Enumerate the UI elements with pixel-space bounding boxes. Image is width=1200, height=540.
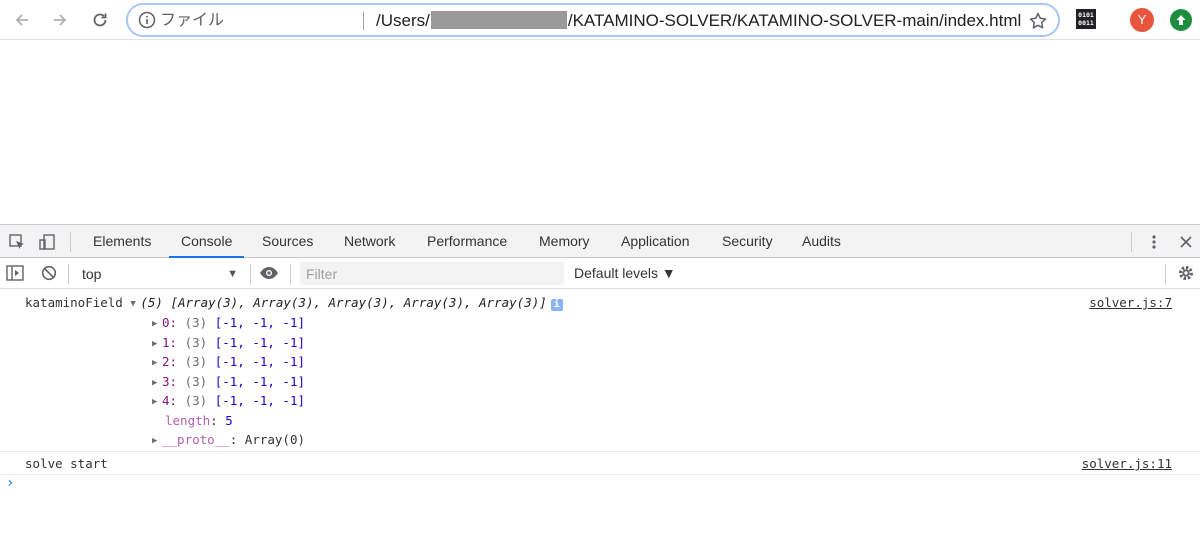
collapsed-triangle-icon: ▶ [152,377,158,388]
proto-row[interactable]: ▶ __proto__: Array(0) [152,431,305,450]
info-icon[interactable] [138,11,156,29]
address-bar[interactable]: ファイル /Users/ /KATAMINO-SOLVER/KATAMINO-SO… [126,3,1060,37]
toolbar-divider [290,264,291,284]
tab-elements[interactable]: Elements [93,225,151,257]
redacted-username [430,11,567,29]
forward-button[interactable] [46,6,74,34]
url-suffix: /KATAMINO-SOLVER/KATAMINO-SOLVER-main/in… [567,11,1022,30]
toolbar-divider [68,264,69,284]
block-icon [41,265,57,281]
console-prompt-icon[interactable]: › [6,475,14,491]
console-filter-bar: top ▼ Default levels ▼ [0,258,1200,289]
info-badge-icon[interactable]: i [550,299,563,311]
toolbar-divider [250,264,251,284]
tab-performance[interactable]: Performance [427,225,507,257]
url-scheme-label: ファイル [160,12,225,29]
console-message: kataminoField ▼ (5) [Array(3), Array(3), … [0,289,1200,451]
source-link[interactable]: solver.js:11 [1082,455,1172,473]
toolbar-divider [1131,232,1132,252]
eye-icon [260,267,278,279]
bookmark-star-icon[interactable] [1028,11,1048,31]
binary-extension-icon[interactable]: 0101 0011 [1076,9,1096,29]
live-expression-button[interactable] [258,262,280,284]
collapsed-triangle-icon: ▶ [152,338,158,349]
log-first-line: kataminoField ▼ (5) [Array(3), Array(3), … [25,294,563,313]
array-row[interactable]: ▶ 3: (3) [-1, -1, -1] [152,373,305,392]
array-row[interactable]: ▶ 2: (3) [-1, -1, -1] [152,353,305,372]
expand-triangle-icon[interactable]: ▼ [130,295,140,313]
collapsed-triangle-icon: ▶ [152,319,158,329]
context-selector[interactable]: top ▼ [76,263,244,285]
inspect-element-button[interactable] [6,231,28,253]
source-link[interactable]: solver.js:7 [1089,294,1172,312]
device-mobile-icon [39,234,55,250]
page-viewport [0,41,1200,224]
tab-application[interactable]: Application [621,225,690,257]
reload-icon [93,13,107,27]
devtools-panel: Elements Console Sources Network Perform… [0,224,1200,540]
length-property: length: 5 [165,412,233,428]
console-sidebar-button[interactable] [4,262,26,284]
context-value: top [82,266,102,282]
console-message: solve start solver.js:11 [0,452,1200,476]
tab-console[interactable]: Console [168,225,245,258]
device-toolbar-button[interactable] [36,231,58,253]
clear-console-button[interactable] [38,262,60,284]
url-text: /Users/ /KATAMINO-SOLVER/KATAMINO-SOLVER-… [376,10,1021,32]
arrow-right-icon [54,14,67,26]
array-row[interactable]: ▶ 1: (3) [-1, -1, -1] [152,334,305,353]
sidebar-toggle-icon [6,265,24,281]
close-icon [1180,236,1192,248]
tab-audits[interactable]: Audits [802,225,841,257]
log-text: solve start [25,456,108,471]
console-messages: kataminoField ▼ (5) [Array(3), Array(3), … [0,289,1200,540]
close-devtools-button[interactable] [1175,231,1197,253]
tab-sources[interactable]: Sources [262,225,313,257]
toolbar-divider [70,232,71,252]
back-button[interactable] [8,6,36,34]
profile-avatar[interactable]: Y [1130,8,1154,32]
log-levels-dropdown[interactable]: Default levels ▼ [574,262,676,285]
gear-icon [1178,265,1194,281]
log-label: kataminoField [25,295,123,310]
devtools-tab-bar: Elements Console Sources Network Perform… [0,225,1200,258]
collapsed-triangle-icon: ▶ [152,358,158,368]
tab-network[interactable]: Network [344,225,395,257]
collapsed-triangle-icon: ▶ [152,436,158,446]
arrow-left-icon [15,14,28,26]
arrow-up-icon [1176,15,1186,25]
console-settings-button[interactable] [1175,262,1197,284]
kebab-menu-icon [1152,235,1156,249]
reload-button[interactable] [86,6,114,34]
array-row[interactable]: ▶ 0: (3) [-1, -1, -1] [152,314,305,333]
url-prefix: /Users/ [376,11,430,30]
dropdown-arrow-icon: ▼ [227,268,238,280]
inspect-cursor-icon [9,234,24,249]
tab-security[interactable]: Security [722,225,773,257]
more-menu-button[interactable] [1143,231,1165,253]
log-array-summary[interactable]: (5) [Array(3), Array(3), Array(3), Array… [140,295,546,310]
browser-toolbar: ファイル /Users/ /KATAMINO-SOLVER/KATAMINO-SO… [0,0,1200,40]
tab-memory[interactable]: Memory [539,225,590,257]
array-row[interactable]: ▶ 4: (3) [-1, -1, -1] [152,392,305,411]
toolbar-divider [1165,264,1166,284]
binary-extension-text: 0101 0011 [1078,11,1094,27]
update-extension-icon[interactable] [1170,9,1192,31]
url-separator [363,12,364,30]
collapsed-triangle-icon: ▶ [152,397,158,407]
console-filter-input[interactable] [300,262,564,285]
message-divider [0,474,1200,475]
